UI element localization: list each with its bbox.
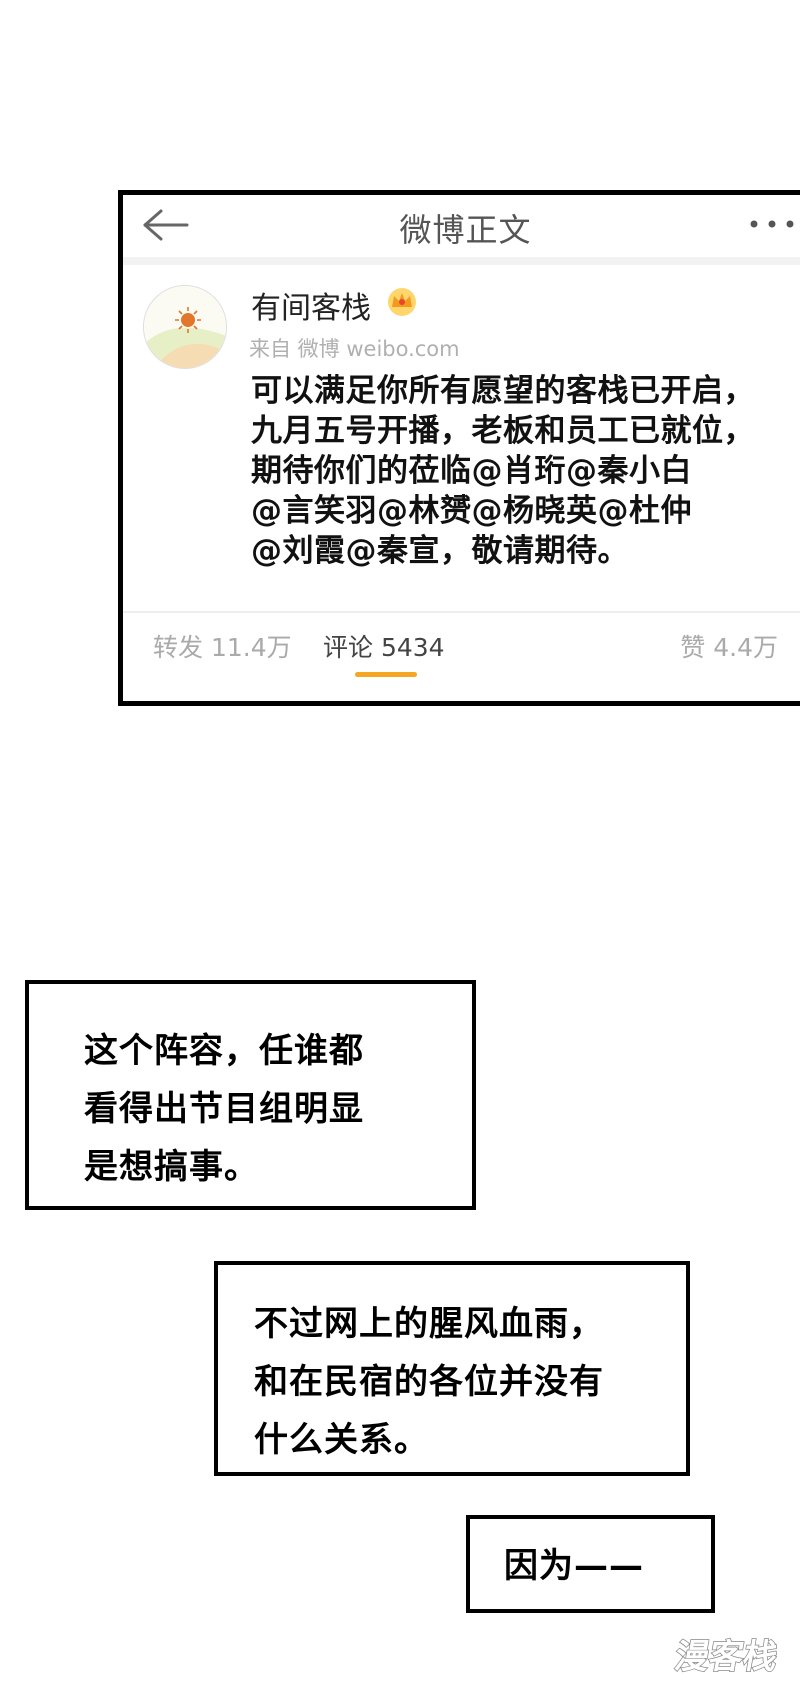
username[interactable]: 有间客栈	[251, 283, 371, 327]
caption-line: 看得出节目组明显	[84, 1089, 364, 1129]
caption-line: 因为——	[504, 1546, 644, 1586]
caption-box: 不过网上的腥风血雨， 和在民宿的各位并没有 什么关系。	[214, 1261, 690, 1476]
caption-line: 这个阵容，任谁都	[84, 1031, 364, 1071]
comment-tab[interactable]: 评论 5434	[323, 628, 445, 664]
crown-badge-icon	[388, 288, 416, 316]
watermark-logo: 漫客栈	[671, 1636, 781, 1676]
nav-title: 微博正文	[399, 211, 532, 249]
nav-divider	[123, 257, 800, 265]
post-body: 可以满足你所有愿望的客栈已开启， 九月五号开播，老板和员工已就位， 期待你们的莅…	[251, 371, 800, 571]
post-line: @言笑羽@林赟@杨晓英@杜仲	[251, 493, 692, 529]
avatar-image	[144, 286, 226, 368]
repost-tab[interactable]: 转发 11.4万	[153, 628, 292, 664]
active-tab-indicator	[355, 672, 417, 677]
caption-box: 因为——	[466, 1515, 715, 1613]
caption-line: 什么关系。	[254, 1420, 429, 1460]
avatar[interactable]	[143, 285, 227, 369]
caption-text: 不过网上的腥风血雨， 和在民宿的各位并没有 什么关系。	[254, 1295, 604, 1469]
more-dots-icon[interactable]	[748, 217, 796, 231]
caption-text: 因为——	[504, 1537, 644, 1595]
post-line: @刘霞@秦宣，敬请期待。	[251, 533, 629, 569]
post-line: 期待你们的莅临@肖珩@秦小白	[251, 453, 692, 489]
caption-line: 和在民宿的各位并没有	[254, 1362, 604, 1402]
actions-divider	[123, 611, 800, 613]
post-line: 可以满足你所有愿望的客栈已开启，	[251, 373, 755, 409]
svg-text:漫客栈: 漫客栈	[672, 1637, 781, 1676]
weibo-post-panel: 微博正文 有间客栈 来自 微博 weibo.com 可以满足你所有愿望的客栈已开…	[118, 190, 800, 706]
like-tab[interactable]: 赞 4.4万	[680, 628, 778, 664]
caption-text: 这个阵容，任谁都 看得出节目组明显 是想搞事。	[84, 1022, 364, 1196]
post-source: 来自 微博 weibo.com	[249, 337, 460, 361]
caption-box: 这个阵容，任谁都 看得出节目组明显 是想搞事。	[25, 980, 476, 1210]
caption-line: 不过网上的腥风血雨，	[254, 1304, 604, 1344]
caption-line: 是想搞事。	[84, 1147, 259, 1187]
nav-bar: 微博正文	[123, 195, 800, 257]
post-line: 九月五号开播，老板和员工已就位，	[251, 413, 755, 449]
